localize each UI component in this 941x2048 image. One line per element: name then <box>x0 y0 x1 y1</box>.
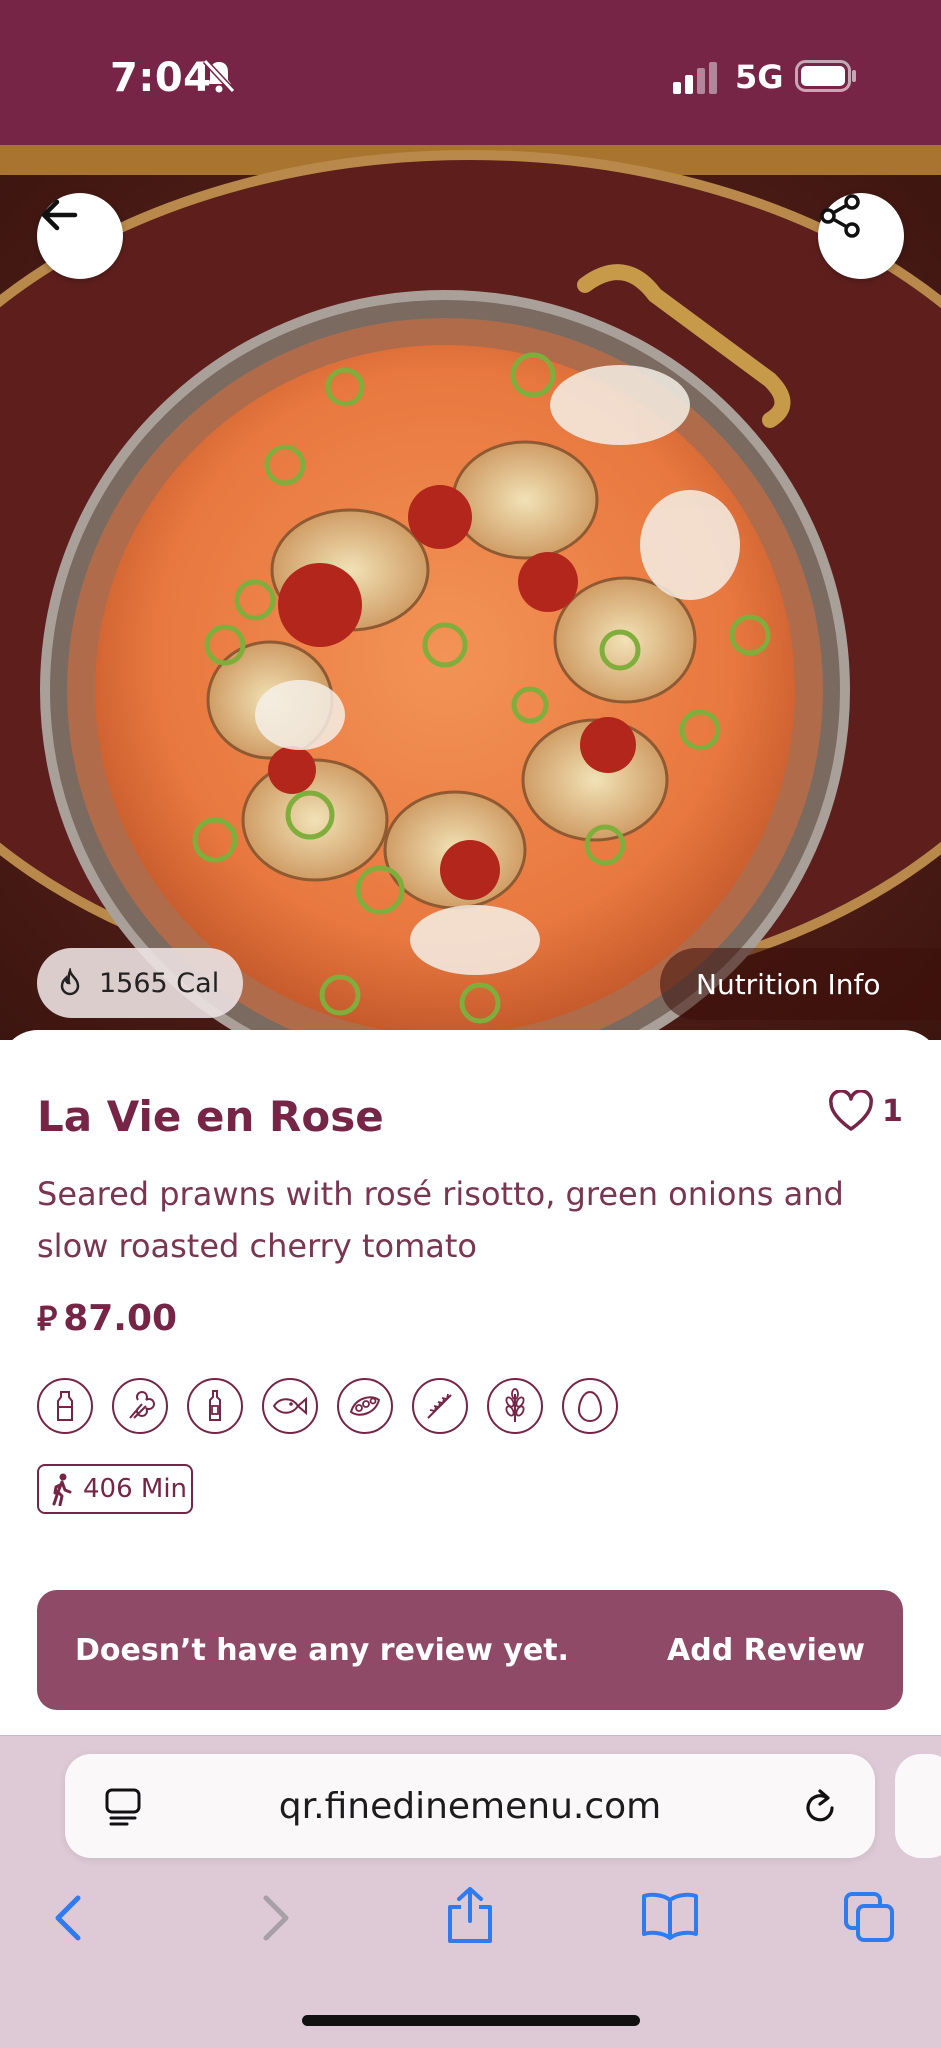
bookmarks-icon[interactable] <box>640 1890 700 1940</box>
price-value: 87.00 <box>63 1297 178 1339</box>
wheat-icon[interactable] <box>412 1378 468 1434</box>
tabs-icon[interactable] <box>842 1890 898 1946</box>
arrow-left-icon <box>41 199 78 231</box>
back-button[interactable] <box>37 193 123 279</box>
walking-person-icon <box>52 1473 72 1506</box>
next-tab-preview[interactable] <box>895 1754 941 1858</box>
flame-icon <box>60 968 80 996</box>
share-icon <box>820 194 860 238</box>
allergen-list <box>37 1378 618 1434</box>
address-bar[interactable]: qr.finedinemenu.com <box>65 1754 875 1858</box>
status-bar: 7:04 5G <box>0 0 941 145</box>
currency-symbol: ⃁ <box>37 1299 58 1339</box>
back-nav-icon[interactable] <box>48 1890 92 1946</box>
like-button[interactable]: 1 <box>828 1090 903 1132</box>
reload-icon[interactable] <box>800 1786 840 1826</box>
silent-bell-icon <box>202 58 236 94</box>
nutrition-info-label: Nutrition Info <box>696 967 881 1001</box>
sauce-bottle-icon[interactable] <box>187 1378 243 1434</box>
dish-title: La Vie en Rose <box>37 1092 384 1141</box>
dish-price: ⃁ 87.00 <box>37 1296 177 1340</box>
dish-description: Seared prawns with rosé risotto, green o… <box>37 1175 844 1265</box>
milk-bottle-icon[interactable] <box>37 1378 93 1434</box>
fish-icon[interactable] <box>262 1378 318 1434</box>
url-text: qr.finedinemenu.com <box>278 1785 662 1827</box>
calories-text: 1565 Cal <box>99 967 220 999</box>
dish-photo-illustration <box>0 145 941 1040</box>
status-time: 7:04 <box>110 55 212 101</box>
gluten-grain-icon[interactable] <box>487 1378 543 1434</box>
nutrition-info-button[interactable]: Nutrition Info <box>660 948 941 1020</box>
network-type: 5G <box>735 58 784 96</box>
like-count: 1 <box>882 1093 903 1129</box>
egg-icon[interactable] <box>562 1378 618 1434</box>
celery-icon[interactable] <box>112 1378 168 1434</box>
walk-time-text: 406 Min <box>83 1474 188 1504</box>
battery-icon <box>795 60 856 92</box>
no-review-message: Doesn’t have any review yet. <box>75 1632 569 1668</box>
walk-time-badge: 406 Min <box>37 1464 193 1514</box>
heart-icon <box>829 1090 873 1131</box>
add-review-button[interactable]: Add Review <box>667 1633 865 1668</box>
dish-photo <box>0 145 941 1040</box>
calories-badge: 1565 Cal <box>37 948 243 1018</box>
share-sheet-icon[interactable] <box>444 1885 496 1945</box>
forward-nav-icon[interactable] <box>252 1890 296 1946</box>
share-button[interactable] <box>818 193 904 279</box>
review-bar: Doesn’t have any review yet. Add Review <box>37 1590 903 1710</box>
soy-bean-icon[interactable] <box>337 1378 393 1434</box>
home-indicator[interactable] <box>302 2015 640 2026</box>
signal-bars-icon <box>673 62 717 94</box>
